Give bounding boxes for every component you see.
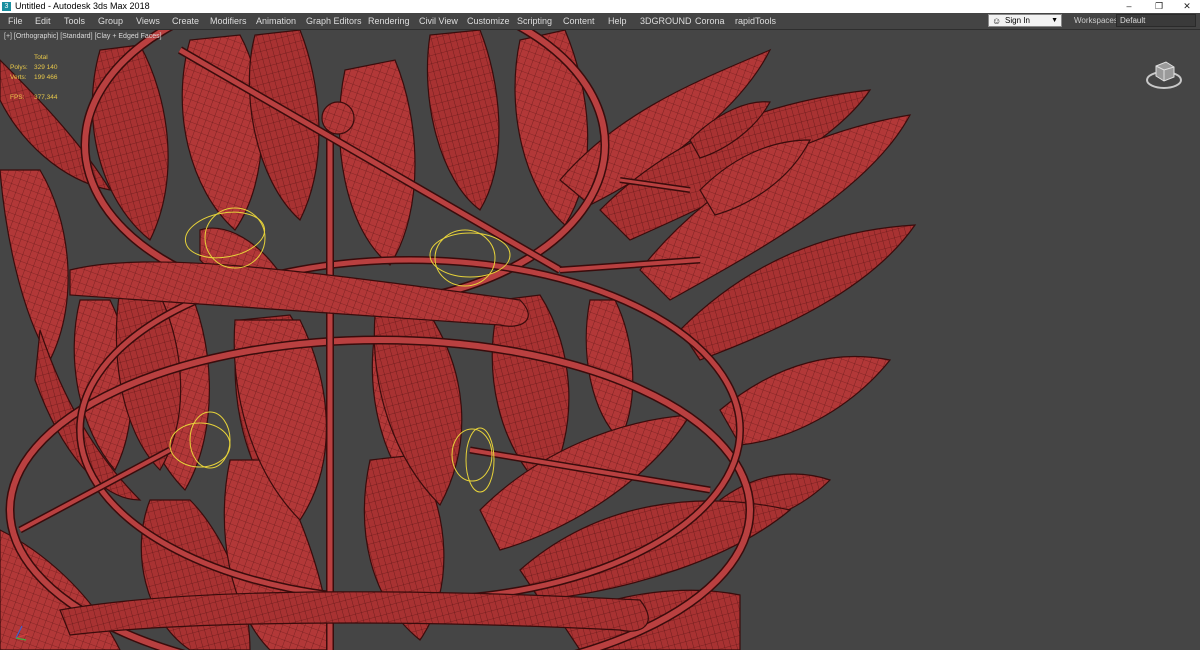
workspace-value: Default <box>1120 16 1146 25</box>
menu-3dground[interactable]: 3DGROUND <box>640 16 692 26</box>
sign-in-label: Sign In <box>1005 16 1030 25</box>
axis-tripod-icon <box>12 620 34 642</box>
workspaces-label: Workspaces: <box>1074 16 1121 25</box>
fps-label: FPS: <box>10 94 25 101</box>
menu-rendering[interactable]: Rendering <box>368 16 410 26</box>
polys-value: 329 140 <box>34 64 58 71</box>
menu-group[interactable]: Group <box>98 16 123 26</box>
polys-label: Polys: <box>10 64 28 71</box>
menu-views[interactable]: Views <box>136 16 160 26</box>
minimize-icon[interactable]: – <box>1114 0 1144 13</box>
menu-modifiers[interactable]: Modifiers <box>210 16 247 26</box>
menu-civil-view[interactable]: Civil View <box>419 16 458 26</box>
menu-content[interactable]: Content <box>563 16 595 26</box>
menu-tools[interactable]: Tools <box>64 16 85 26</box>
close-icon[interactable]: ✕ <box>1172 0 1200 13</box>
menu-help[interactable]: Help <box>608 16 627 26</box>
verts-value: 199 466 <box>34 74 58 81</box>
chevron-down-icon: ▼ <box>1051 17 1058 24</box>
menu-corona[interactable]: Corona <box>695 16 725 26</box>
user-icon: ☺ <box>992 16 1002 26</box>
viewcube-icon[interactable] <box>1144 56 1184 92</box>
menu-customize[interactable]: Customize <box>467 16 510 26</box>
title-bar: 3 Untitled - Autodesk 3ds Max 2018 – ❐ ✕ <box>0 0 1200 13</box>
window-title: Untitled - Autodesk 3ds Max 2018 <box>15 1 150 11</box>
perspective-viewport[interactable]: [+] [Orthographic] [Standard] [Clay + Ed… <box>0 30 1200 650</box>
menu-scripting[interactable]: Scripting <box>517 16 552 26</box>
sign-in-button[interactable]: ☺ Sign In ▼ <box>988 14 1062 27</box>
restore-icon[interactable]: ❐ <box>1144 0 1174 13</box>
verts-label: Verts: <box>10 74 27 81</box>
menu-animation[interactable]: Animation <box>256 16 296 26</box>
workspace-select[interactable]: Default <box>1116 14 1196 27</box>
menu-edit[interactable]: Edit <box>35 16 51 26</box>
menu-graph-editors[interactable]: Graph Editors <box>306 16 362 26</box>
fps-value: 377,344 <box>34 94 58 101</box>
menu-bar: File Edit Tools Group Views Create Modif… <box>0 13 1200 30</box>
viewport-label[interactable]: [+] [Orthographic] [Standard] [Clay + Ed… <box>4 33 162 40</box>
menu-rapidtools[interactable]: rapidTools <box>735 16 776 26</box>
stats-header: Total <box>34 54 48 61</box>
scene-render <box>0 30 917 650</box>
menu-create[interactable]: Create <box>172 16 199 26</box>
app-icon: 3 <box>2 2 11 11</box>
statistics-overlay: Total Polys: 329 140 Verts: 199 466 FPS: 37… <box>10 53 80 103</box>
menu-file[interactable]: File <box>8 16 23 26</box>
